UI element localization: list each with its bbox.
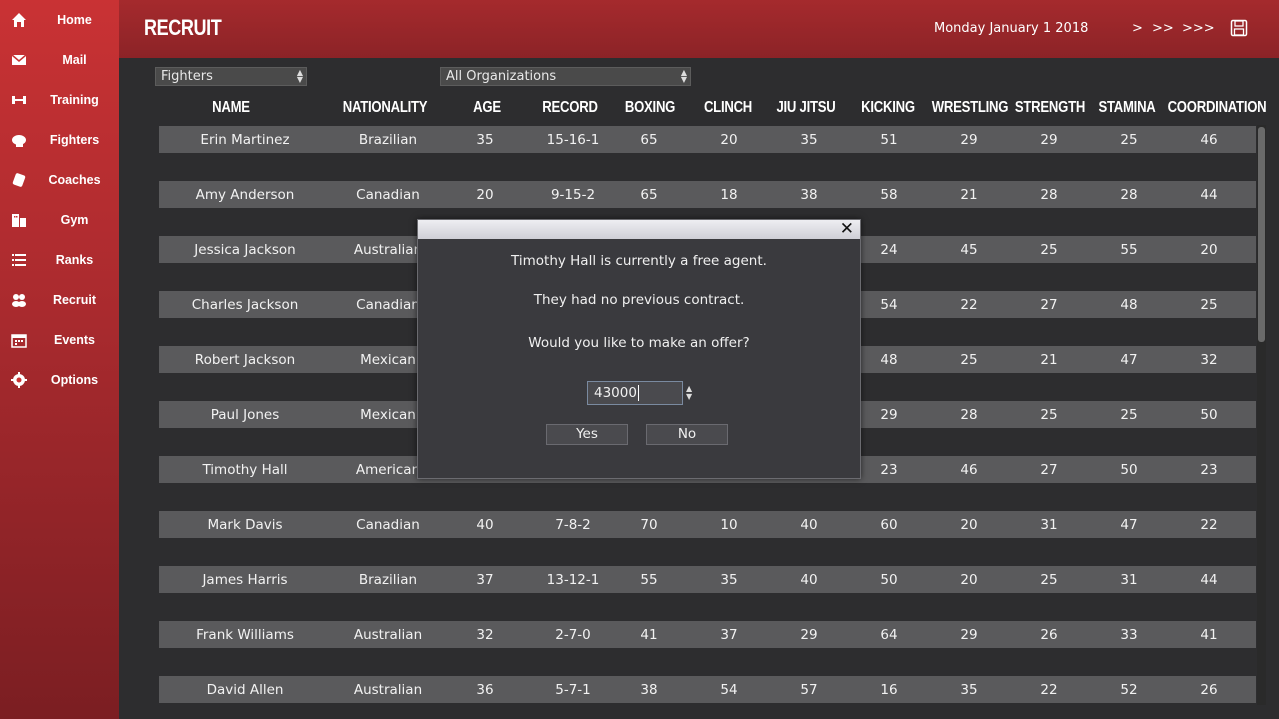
column-header-name[interactable]: NAME — [174, 99, 289, 117]
sidebar-item-gym[interactable]: Gym — [0, 200, 119, 240]
sidebar-item-ranks[interactable]: Ranks — [0, 240, 119, 280]
table-cell-name: Frank Williams — [196, 627, 294, 643]
table-cell-name: Charles Jackson — [191, 297, 299, 313]
sidebar-item-label: Gym — [60, 213, 89, 227]
list-icon — [12, 254, 26, 266]
sidebar-item-label: Training — [50, 93, 99, 107]
advance-week-button[interactable]: >> — [1152, 21, 1174, 36]
sidebar-item-label: Options — [50, 373, 99, 387]
dialog-message-contract: They had no previous contract. — [533, 292, 745, 308]
sidebar-item-options[interactable]: Options — [0, 360, 119, 400]
dialog-message-free-agent: Timothy Hall is currently a free agent. — [511, 253, 767, 269]
sidebar: Home Mail Training Fighters Coaches Gym Ranks R… — [0, 0, 119, 719]
sidebar-item-label: Mail — [62, 53, 87, 67]
sidebar-item-label: Fighters — [49, 133, 100, 147]
column-header-coordination[interactable]: COORDINATION — [1160, 99, 1275, 117]
table-cell-name: James Harris — [202, 572, 288, 588]
table-cell-name: Mark Davis — [207, 517, 283, 533]
sidebar-item-events[interactable]: Events — [0, 320, 119, 360]
sidebar-item-label: Recruit — [52, 293, 97, 307]
table-row[interactable]: Frank Williams Australian 32 2-7-0 41 37 29 64 2… — [159, 621, 1256, 648]
dialog-question: Would you like to make an offer? — [528, 335, 750, 351]
offer-amount-value: 43000 — [594, 385, 637, 401]
sidebar-item-label: Ranks — [55, 253, 94, 267]
table-cell-name: Amy Anderson — [195, 187, 295, 203]
table-cell-name: Erin Martinez — [200, 132, 290, 148]
yes-button[interactable]: Yes — [546, 424, 628, 445]
sidebar-item-label: Coaches — [48, 173, 101, 187]
save-icon[interactable] — [1230, 19, 1248, 37]
table-cell-name: Paul Jones — [210, 407, 280, 423]
home-icon — [12, 13, 26, 27]
table-cell-name: Jessica Jackson — [194, 242, 296, 258]
current-date: Monday January 1 2018 — [934, 21, 1089, 36]
sidebar-item-mail[interactable]: Mail — [0, 40, 119, 80]
select-arrows-icon: ▲ ▼ — [680, 68, 687, 84]
coach-icon — [12, 173, 26, 187]
table-row[interactable]: Mark Davis Canadian 40 7-8-2 70 10 40 60 20 31 47 2… — [159, 511, 1256, 538]
table-cell-name: David Allen — [206, 682, 284, 698]
sidebar-item-training[interactable]: Training — [0, 80, 119, 120]
close-icon[interactable]: ✕ — [840, 220, 854, 239]
select-arrows-icon: ▲ ▼ — [296, 68, 303, 84]
group-icon — [12, 294, 26, 307]
column-header-nationality[interactable]: NATIONALITY — [328, 99, 443, 117]
table-cell-name: Timothy Hall — [202, 462, 288, 478]
offer-amount-input[interactable]: 43000 — [587, 381, 683, 405]
table-row[interactable]: Amy Anderson Canadian 20 9-15-2 65 18 38 58 21 28… — [159, 181, 1256, 208]
glove-icon — [12, 135, 26, 147]
scrollbar-thumb[interactable] — [1258, 127, 1265, 342]
building-icon — [12, 214, 26, 227]
advance-month-button[interactable]: >>> — [1182, 21, 1215, 36]
advance-day-button[interactable]: > — [1132, 21, 1143, 36]
table-row[interactable]: David Allen Australian 36 5-7-1 38 54 57 16 35 22… — [159, 676, 1256, 703]
organization-select[interactable]: All Organizations ▲ ▼ — [440, 67, 691, 86]
fighter-type-value: Fighters — [161, 69, 213, 84]
table-row[interactable]: James Harris Brazilian 37 13-12-1 55 35 40 50 20… — [159, 566, 1256, 593]
table-row[interactable]: Erin Martinez Brazilian 35 15-16-1 65 20 35 51 2… — [159, 126, 1256, 153]
fighter-type-select[interactable]: Fighters ▲ ▼ — [155, 67, 307, 86]
organization-value: All Organizations — [446, 69, 557, 84]
dumbbell-icon — [12, 96, 26, 104]
offer-dialog: ✕ Timothy Hall is currently a free agent… — [417, 219, 861, 479]
sidebar-item-label: Events — [54, 333, 95, 347]
header-bar: RECRUIT Monday January 1 2018 > >> >>> — [119, 0, 1279, 58]
gear-icon — [11, 372, 27, 388]
offer-stepper-arrows-icon[interactable]: ▲ ▼ — [686, 385, 692, 401]
page-title: RECRUIT — [144, 15, 222, 40]
table-cell-name: Robert Jackson — [194, 352, 296, 368]
sidebar-item-coaches[interactable]: Coaches — [0, 160, 119, 200]
sidebar-item-home[interactable]: Home — [0, 0, 119, 40]
no-button[interactable]: No — [646, 424, 728, 445]
mail-icon — [11, 54, 27, 65]
sidebar-item-recruit[interactable]: Recruit — [0, 280, 119, 320]
calendar-icon — [11, 334, 27, 348]
sidebar-item-fighters[interactable]: Fighters — [0, 120, 119, 160]
dialog-titlebar[interactable]: ✕ — [418, 220, 860, 239]
sidebar-item-label: Home — [57, 13, 92, 27]
